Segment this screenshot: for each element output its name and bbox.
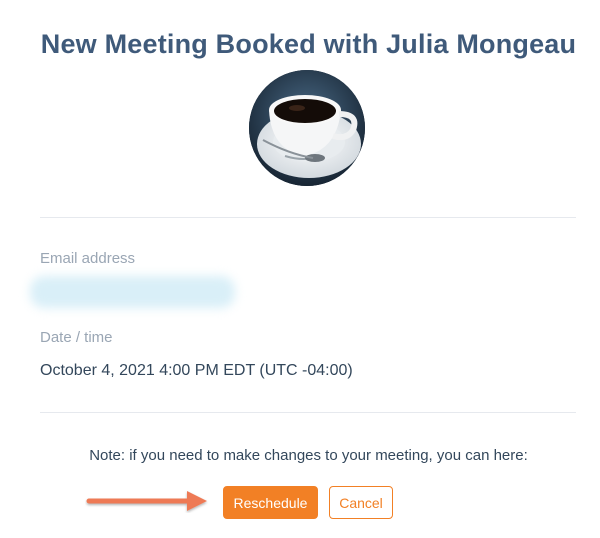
page-title: New Meeting Booked with Julia Mongeau: [40, 29, 577, 59]
cancel-button[interactable]: Cancel: [329, 486, 393, 519]
date-time-value: October 4, 2021 4:00 PM EDT (UTC -04:00): [40, 362, 353, 379]
top-divider: [40, 217, 576, 218]
email-value-redacted: [30, 276, 235, 308]
reschedule-note: Note: if you need to make changes to you…: [89, 447, 528, 464]
bottom-divider: [40, 412, 576, 413]
arrow-right-icon: [86, 491, 207, 511]
coffee-cup-avatar: [249, 70, 365, 186]
email-label: Email address: [40, 250, 136, 267]
date-time-label: Date / time: [40, 329, 113, 346]
reschedule-button[interactable]: Reschedule: [223, 486, 318, 519]
